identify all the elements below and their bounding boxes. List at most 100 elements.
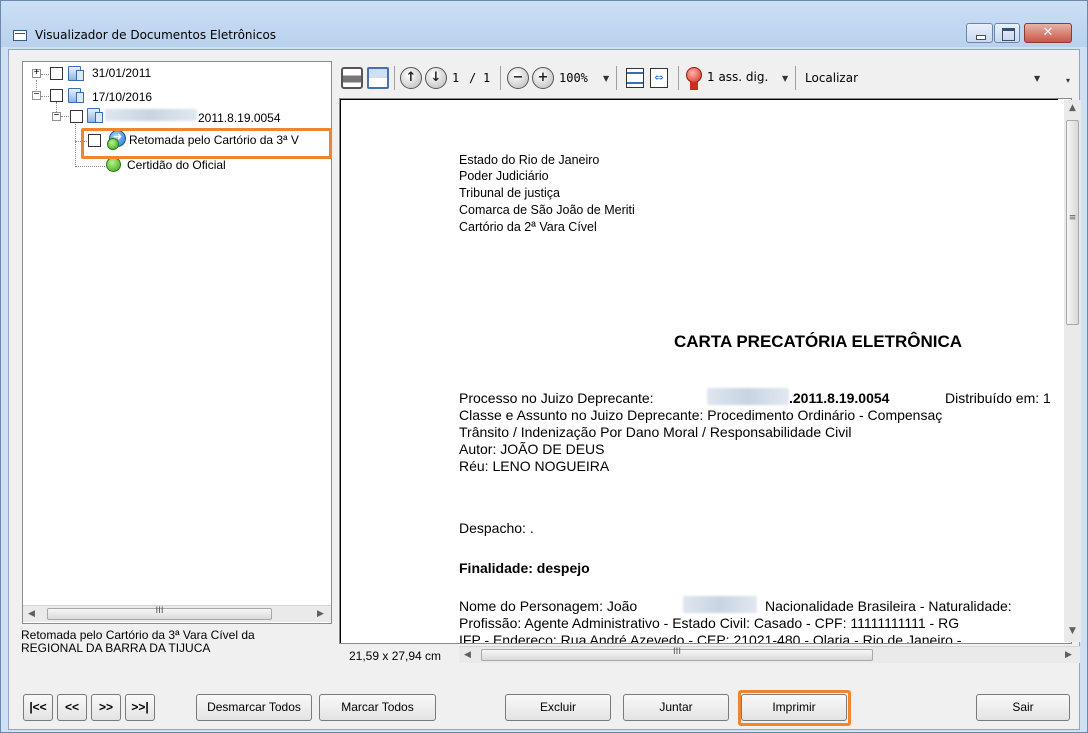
zoom-out-icon[interactable]: − [507, 67, 529, 89]
document-icon [68, 66, 84, 81]
redacted-text [105, 109, 197, 121]
tree-node-label: 17/10/2016 [92, 90, 153, 104]
tree-node-label: 2011.8.19.0054 [198, 111, 281, 125]
autor: Autor: JOÃO DE DEUS [459, 441, 605, 457]
page-size-label: 21,59 x 27,94 cm [349, 649, 442, 663]
toolbar-separator [795, 66, 796, 90]
scroll-thumb[interactable]: III [481, 647, 873, 661]
print-icon[interactable] [341, 67, 363, 89]
search-placeholder: Localizar [805, 71, 859, 85]
document-page: Estado do Rio de Janeiro Poder Judiciári… [340, 99, 1058, 644]
zoom-in-icon[interactable]: + [532, 67, 554, 89]
scroll-thumb[interactable]: ≡ [1066, 120, 1079, 325]
tree-node-certidao[interactable]: Certidão do Oficial [23, 157, 323, 173]
viewer-horizontal-scrollbar[interactable]: ◀ III ▶ [459, 646, 1080, 663]
tree-checkbox[interactable] [50, 89, 63, 102]
scroll-up-icon[interactable]: ▲ [1064, 100, 1081, 116]
personagem-label: Nome do Personagem: João [459, 598, 638, 614]
close-button[interactable]: ✕ [1024, 23, 1072, 43]
deselect-all-button[interactable]: Desmarcar Todos [196, 694, 312, 721]
despacho: Despacho: . [459, 520, 534, 536]
scroll-right-icon[interactable]: ▶ [1060, 647, 1077, 663]
signatures-dropdown[interactable]: 1 ass. dig. [707, 70, 768, 84]
redacted-text [683, 596, 757, 613]
header-line: Cartório da 2ª Vara Cível [459, 220, 597, 234]
header-line: Estado do Rio de Janeiro [459, 153, 600, 167]
tree-horizontal-scrollbar[interactable]: ◀ III ▶ [23, 605, 331, 622]
tree-checkbox[interactable] [50, 67, 63, 80]
scroll-left-icon[interactable]: ◀ [459, 647, 476, 663]
viewer-toolbar: ↑ ↓ 1 / 1 − + 100% ▼ 1 ass. dig. ▼ Local… [337, 61, 1079, 95]
scroll-down-icon[interactable]: ▼ [1064, 623, 1081, 639]
classe-assunto-cont: Trânsito / Indenização Por Dano Moral / … [459, 424, 852, 440]
tree-node-label: Certidão do Oficial [127, 158, 226, 172]
highlight-selected-node [81, 128, 332, 159]
merge-button[interactable]: Juntar [623, 694, 729, 721]
scroll-left-icon[interactable]: ◀ [23, 606, 40, 622]
window-title: Visualizador de Documentos Eletrônicos [35, 28, 277, 42]
title-bar[interactable]: Visualizador de Documentos Eletrônicos ✕ [1, 1, 1087, 47]
next-page-icon[interactable]: ↓ [425, 67, 447, 89]
total-pages: 1 [483, 71, 491, 85]
status-ok-icon [106, 157, 121, 172]
current-page[interactable]: 1 [452, 71, 459, 85]
zoom-level[interactable]: 100% [559, 71, 588, 85]
delete-button[interactable]: Excluir [505, 694, 611, 721]
reu: Réu: LENO NOGUEIRA [459, 458, 610, 474]
next-button[interactable]: >> [91, 694, 121, 721]
document-icon [87, 108, 103, 123]
close-icon: ✕ [1042, 25, 1054, 40]
tree-node-label: 31/01/2011 [92, 66, 152, 80]
document-viewer[interactable]: Estado do Rio de Janeiro Poder Judiciári… [339, 98, 1072, 644]
toolbar-separator [678, 66, 679, 90]
highlight-print-button [738, 690, 851, 726]
previous-button[interactable]: << [57, 694, 87, 721]
digital-signature-icon[interactable] [686, 67, 702, 90]
toolbar-separator [394, 66, 395, 90]
toolbar-overflow-icon[interactable]: ▾ [1066, 76, 1070, 85]
profissao: Profissão: Agente Administrativo - Estad… [459, 615, 960, 631]
minimize-button[interactable] [966, 23, 993, 43]
distribuido-date: Distribuído em: 1 [945, 390, 1051, 406]
toolbar-separator [616, 66, 617, 90]
document-icon [68, 88, 84, 103]
chevron-down-icon[interactable]: ▼ [603, 74, 609, 83]
first-button[interactable]: |<< [23, 694, 53, 721]
tree-node-31-01-2011[interactable]: + 31/01/2011 [23, 66, 323, 82]
chevron-down-icon[interactable]: ▼ [782, 74, 788, 83]
app-window: Visualizador de Documentos Eletrônicos ✕… [0, 0, 1088, 733]
scroll-thumb[interactable]: III [47, 606, 272, 620]
page-separator: / [469, 71, 477, 85]
finalidade: Finalidade: despejo [459, 560, 590, 576]
fit-page-icon[interactable] [626, 68, 644, 88]
processo-number: .2011.8.19.0054 [789, 390, 890, 406]
viewer-vertical-scrollbar[interactable]: ▲ ≡ ▼ [1064, 100, 1081, 642]
window-icon [13, 30, 27, 41]
scroll-right-icon[interactable]: ▶ [312, 606, 329, 622]
personagem-details: Nacionalidade Brasileira - Naturalidade: [765, 598, 1012, 614]
description-line-2: REGIONAL DA BARRA DA TIJUCA [21, 641, 211, 655]
classe-assunto: Classe e Assunto no Juizo Deprecante: Pr… [459, 407, 943, 423]
collapse-icon[interactable]: − [32, 89, 41, 100]
save-icon[interactable] [367, 67, 389, 89]
expand-icon[interactable]: + [32, 67, 41, 78]
chevron-down-icon[interactable]: ▼ [1034, 74, 1040, 83]
document-title: CARTA PRECATÓRIA ELETRÔNICA [674, 332, 963, 351]
collapse-icon[interactable]: − [52, 110, 61, 121]
fit-width-icon[interactable] [650, 68, 668, 88]
redacted-text [707, 388, 789, 405]
last-button[interactable]: >>| [125, 694, 155, 721]
previous-page-icon[interactable]: ↑ [400, 67, 422, 89]
search-input[interactable]: Localizar [801, 67, 1046, 89]
endereco: IFP - Endereço: Rua André Azevedo - CEP:… [459, 632, 962, 644]
header-line: Poder Judiciário [459, 169, 549, 183]
tree-node-process[interactable]: − 2011.8.19.0054 [23, 108, 323, 125]
tree-checkbox[interactable] [70, 110, 83, 123]
header-line: Comarca de São João de Meriti [459, 203, 635, 217]
select-all-button[interactable]: Marcar Todos [319, 694, 436, 721]
selected-node-description: Retomada pelo Cartório da 3ª Vara Cível … [21, 629, 333, 655]
exit-button[interactable]: Sair [976, 694, 1070, 721]
maximize-button[interactable] [994, 23, 1020, 43]
tree-node-17-10-2016[interactable]: − 17/10/2016 [23, 87, 323, 104]
processo-label: Processo no Juizo Deprecante: [459, 390, 654, 406]
